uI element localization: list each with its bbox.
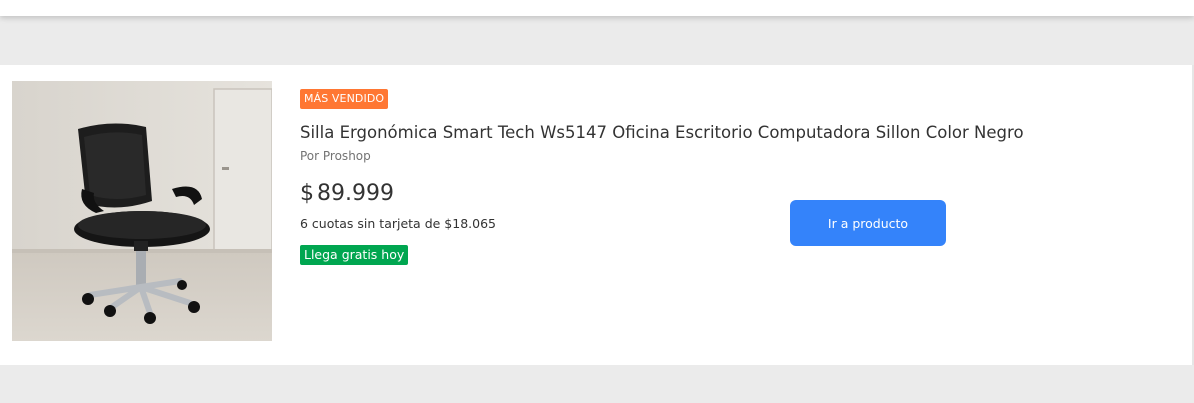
best-seller-badge: MÁS VENDIDO — [300, 89, 389, 109]
price-amount: 89.999 — [317, 181, 394, 206]
free-shipping-badge: Llega gratis hoy — [300, 245, 409, 265]
go-to-product-button[interactable]: Ir a producto — [790, 200, 946, 246]
installments-text: 6 cuotas sin tarjeta de $18.065 — [300, 216, 496, 231]
product-title[interactable]: Silla Ergonómica Smart Tech Ws5147 Ofici… — [300, 123, 1024, 142]
product-image[interactable] — [12, 81, 272, 341]
price-currency: $ — [300, 181, 314, 206]
seller-label: Por Proshop — [300, 149, 371, 163]
office-chair-photo-icon — [12, 81, 272, 341]
top-header-bar — [0, 0, 1194, 16]
product-price: $89.999 — [300, 181, 394, 206]
product-card: MÁS VENDIDO Silla Ergonómica Smart Tech … — [0, 65, 1194, 365]
